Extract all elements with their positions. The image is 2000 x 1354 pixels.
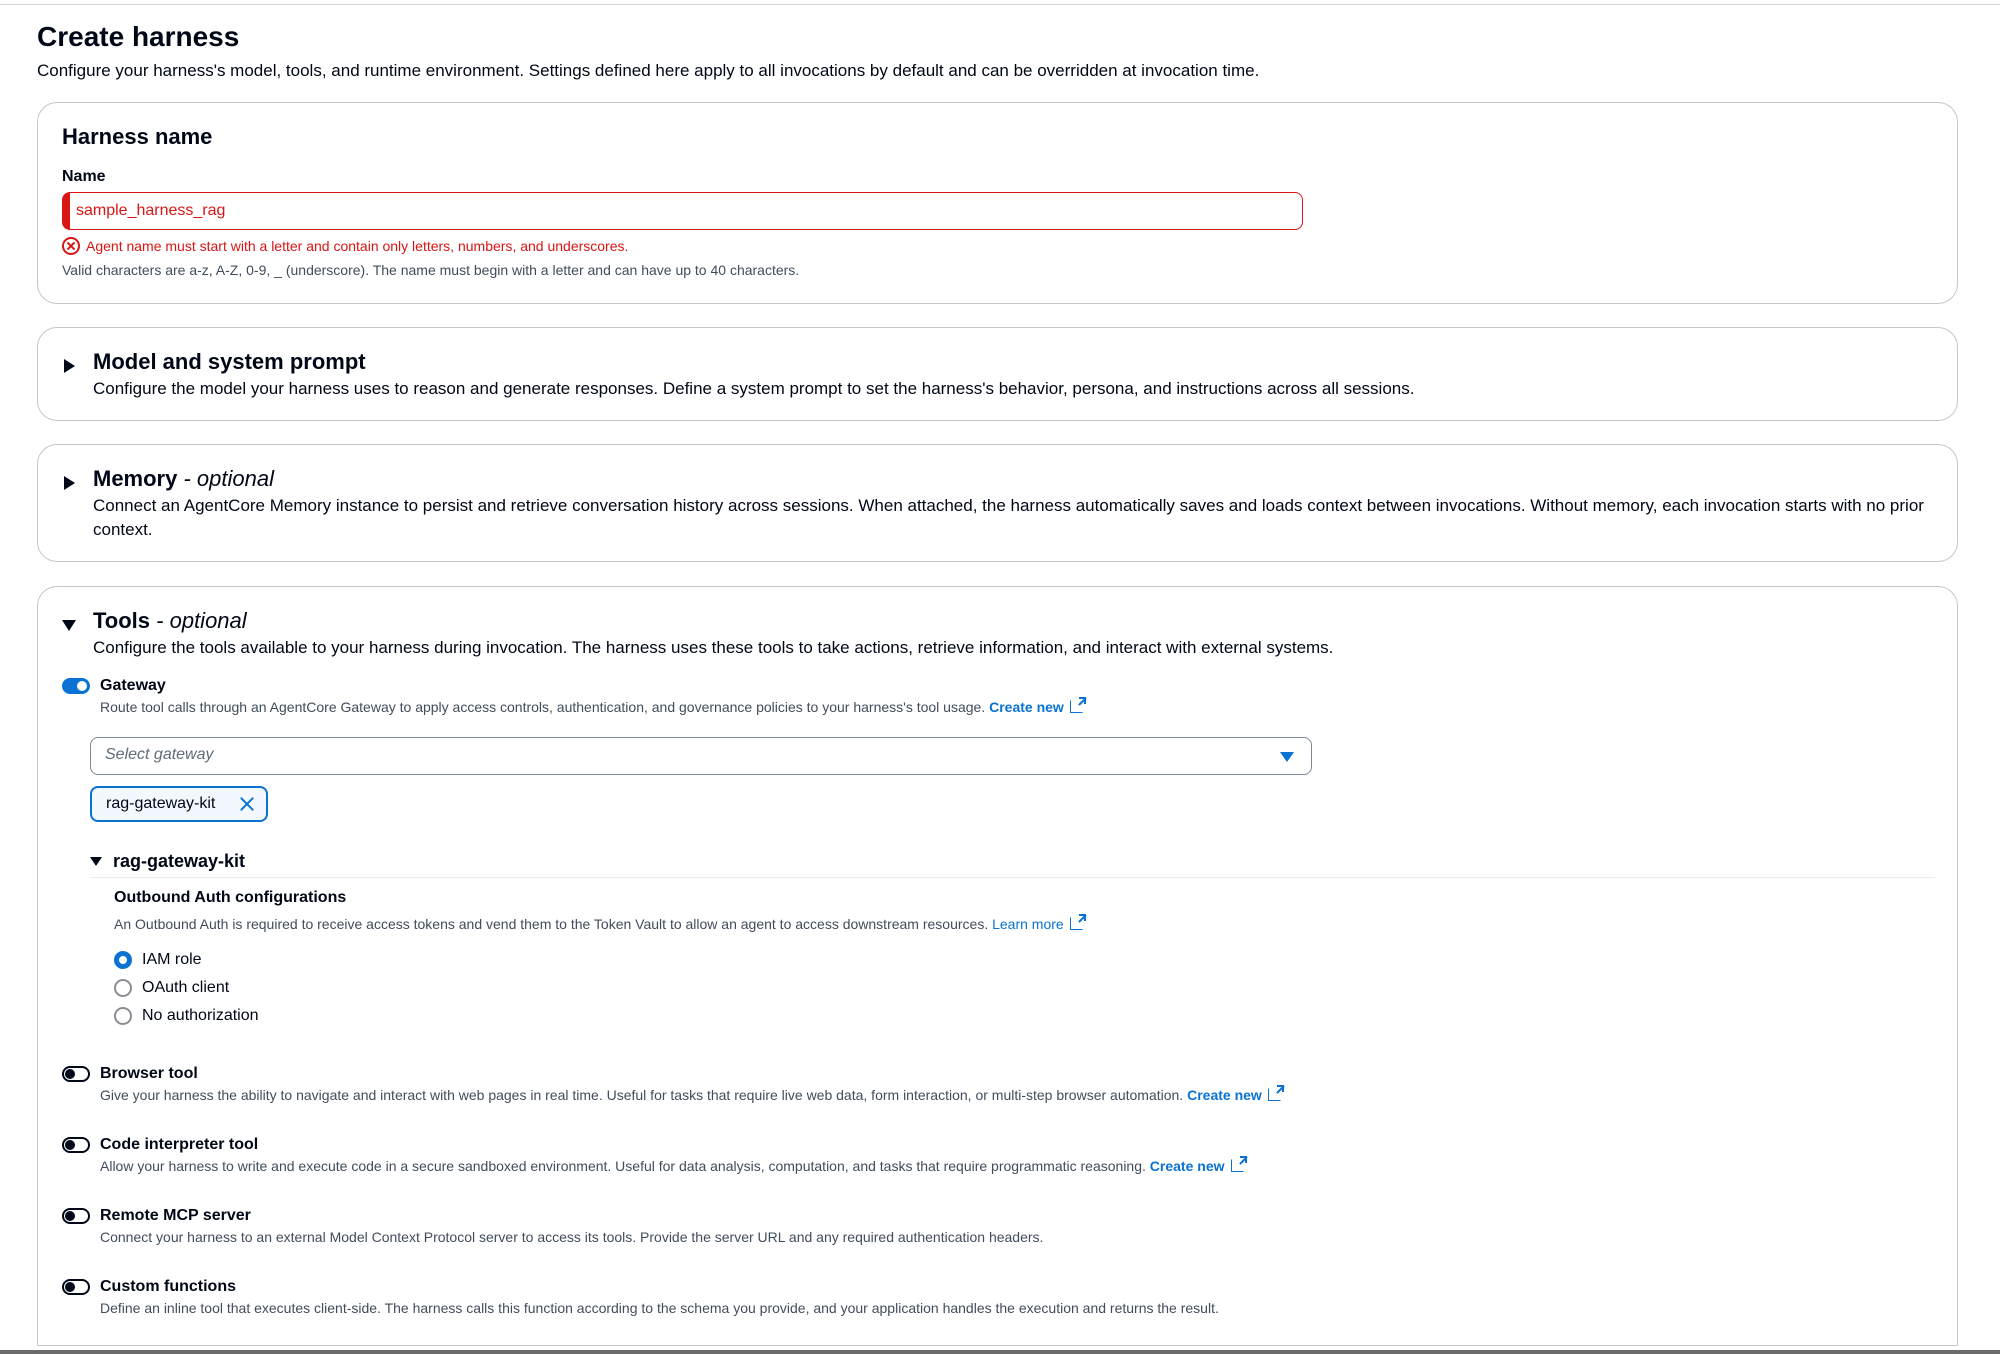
name-error-text: Agent name must start with a letter and …	[86, 238, 629, 254]
tools-panel: Tools - optional Configure the tools ava…	[37, 586, 1958, 1346]
custom-functions-toggle[interactable]	[62, 1279, 90, 1295]
remote-mcp-label: Remote MCP server	[100, 1207, 251, 1224]
caret-right-icon	[64, 359, 75, 373]
memory-description: Connect an AgentCore Memory instance to …	[93, 496, 1924, 539]
gateway-description: Route tool calls through an AgentCore Ga…	[100, 699, 986, 715]
custom-functions-description: Define an inline tool that executes clie…	[100, 1300, 1219, 1316]
tools-heading-text: Tools	[93, 608, 151, 633]
gateway-description-line: Route tool calls through an AgentCore Ga…	[100, 697, 1086, 717]
gateway-item-divider	[90, 877, 1935, 878]
tools-heading[interactable]: Tools - optional	[93, 607, 247, 635]
page-title: Create harness	[37, 21, 240, 52]
gateway-select-placeholder: Select gateway	[105, 746, 214, 763]
remote-mcp-toggle[interactable]	[62, 1208, 90, 1224]
external-link-icon	[1267, 1085, 1284, 1101]
model-description: Configure the model your harness uses to…	[93, 379, 1415, 398]
code-interpreter-create-new-link[interactable]: Create new	[1150, 1156, 1247, 1174]
external-link-icon	[1230, 1156, 1247, 1172]
external-link-icon	[1069, 697, 1086, 713]
code-interpreter-description: Allow your harness to write and execute …	[100, 1158, 1146, 1174]
browser-tool-description: Give your harness the ability to navigat…	[100, 1087, 1184, 1103]
caret-right-icon	[64, 476, 75, 490]
remote-mcp-description: Connect your harness to an external Mode…	[100, 1229, 1044, 1245]
external-link-icon	[1069, 914, 1086, 930]
harness-name-panel: Harness name Name Agent name must start …	[37, 102, 1958, 304]
code-interpreter-toggle[interactable]	[62, 1137, 90, 1153]
browser-create-new-link[interactable]: Create new	[1187, 1085, 1284, 1103]
code-interpreter-description-line: Allow your harness to write and execute …	[100, 1156, 1247, 1176]
caret-down-icon	[90, 857, 102, 866]
model-panel: Model and system prompt Configure the mo…	[37, 327, 1958, 421]
caret-down-icon	[62, 620, 76, 631]
radio-no-authorization[interactable]	[114, 1007, 132, 1025]
radio-iam-role-label[interactable]: IAM role	[142, 950, 202, 970]
tools-optional-label: - optional	[156, 608, 247, 633]
radio-oauth-client-label[interactable]: OAuth client	[142, 978, 229, 998]
gateway-create-new-link[interactable]: Create new	[989, 697, 1086, 715]
name-error-message: Agent name must start with a letter and …	[62, 237, 628, 255]
gateway-label: Gateway	[100, 677, 166, 694]
remove-token-icon[interactable]	[239, 796, 255, 812]
name-constraint-text: Valid characters are a-z, A-Z, 0-9, _ (u…	[62, 262, 800, 278]
learn-more-link[interactable]: Learn more	[992, 914, 1086, 932]
bottom-divider	[0, 1350, 2000, 1354]
gateway-toggle[interactable]	[62, 678, 90, 694]
memory-heading-text: Memory	[93, 466, 178, 491]
memory-heading[interactable]: Memory - optional	[93, 465, 274, 493]
memory-optional-label: - optional	[183, 466, 274, 491]
code-interpreter-label: Code interpreter tool	[100, 1136, 259, 1153]
outbound-auth-description: An Outbound Auth is required to receive …	[114, 916, 989, 932]
memory-panel: Memory - optional Connect an AgentCore M…	[37, 444, 1958, 562]
gateway-select[interactable]: Select gateway	[90, 737, 1312, 775]
gateway-item-expand-toggle[interactable]	[90, 851, 110, 871]
browser-tool-label: Browser tool	[100, 1065, 198, 1082]
browser-tool-toggle[interactable]	[62, 1066, 90, 1082]
outbound-auth-description-line: An Outbound Auth is required to receive …	[114, 914, 1086, 934]
error-icon	[62, 237, 80, 255]
gateway-token: rag-gateway-kit	[90, 786, 268, 822]
radio-iam-role[interactable]	[114, 951, 132, 969]
top-divider	[0, 4, 2000, 5]
tools-description: Configure the tools available to your ha…	[93, 638, 1334, 657]
outbound-auth-title: Outbound Auth configurations	[114, 889, 347, 906]
browser-tool-description-line: Give your harness the ability to navigat…	[100, 1085, 1284, 1105]
name-field-label: Name	[62, 168, 106, 185]
gateway-item-heading[interactable]: rag-gateway-kit	[113, 850, 245, 872]
gateway-token-label: rag-gateway-kit	[106, 795, 216, 812]
page-description: Configure your harness's model, tools, a…	[37, 61, 1260, 80]
radio-oauth-client[interactable]	[114, 979, 132, 997]
harness-name-heading: Harness name	[62, 124, 213, 149]
radio-no-authorization-label[interactable]: No authorization	[142, 1006, 259, 1026]
caret-down-icon	[1280, 752, 1294, 762]
custom-functions-label: Custom functions	[100, 1278, 236, 1295]
harness-name-input[interactable]	[62, 192, 1303, 230]
model-heading[interactable]: Model and system prompt	[93, 348, 366, 376]
